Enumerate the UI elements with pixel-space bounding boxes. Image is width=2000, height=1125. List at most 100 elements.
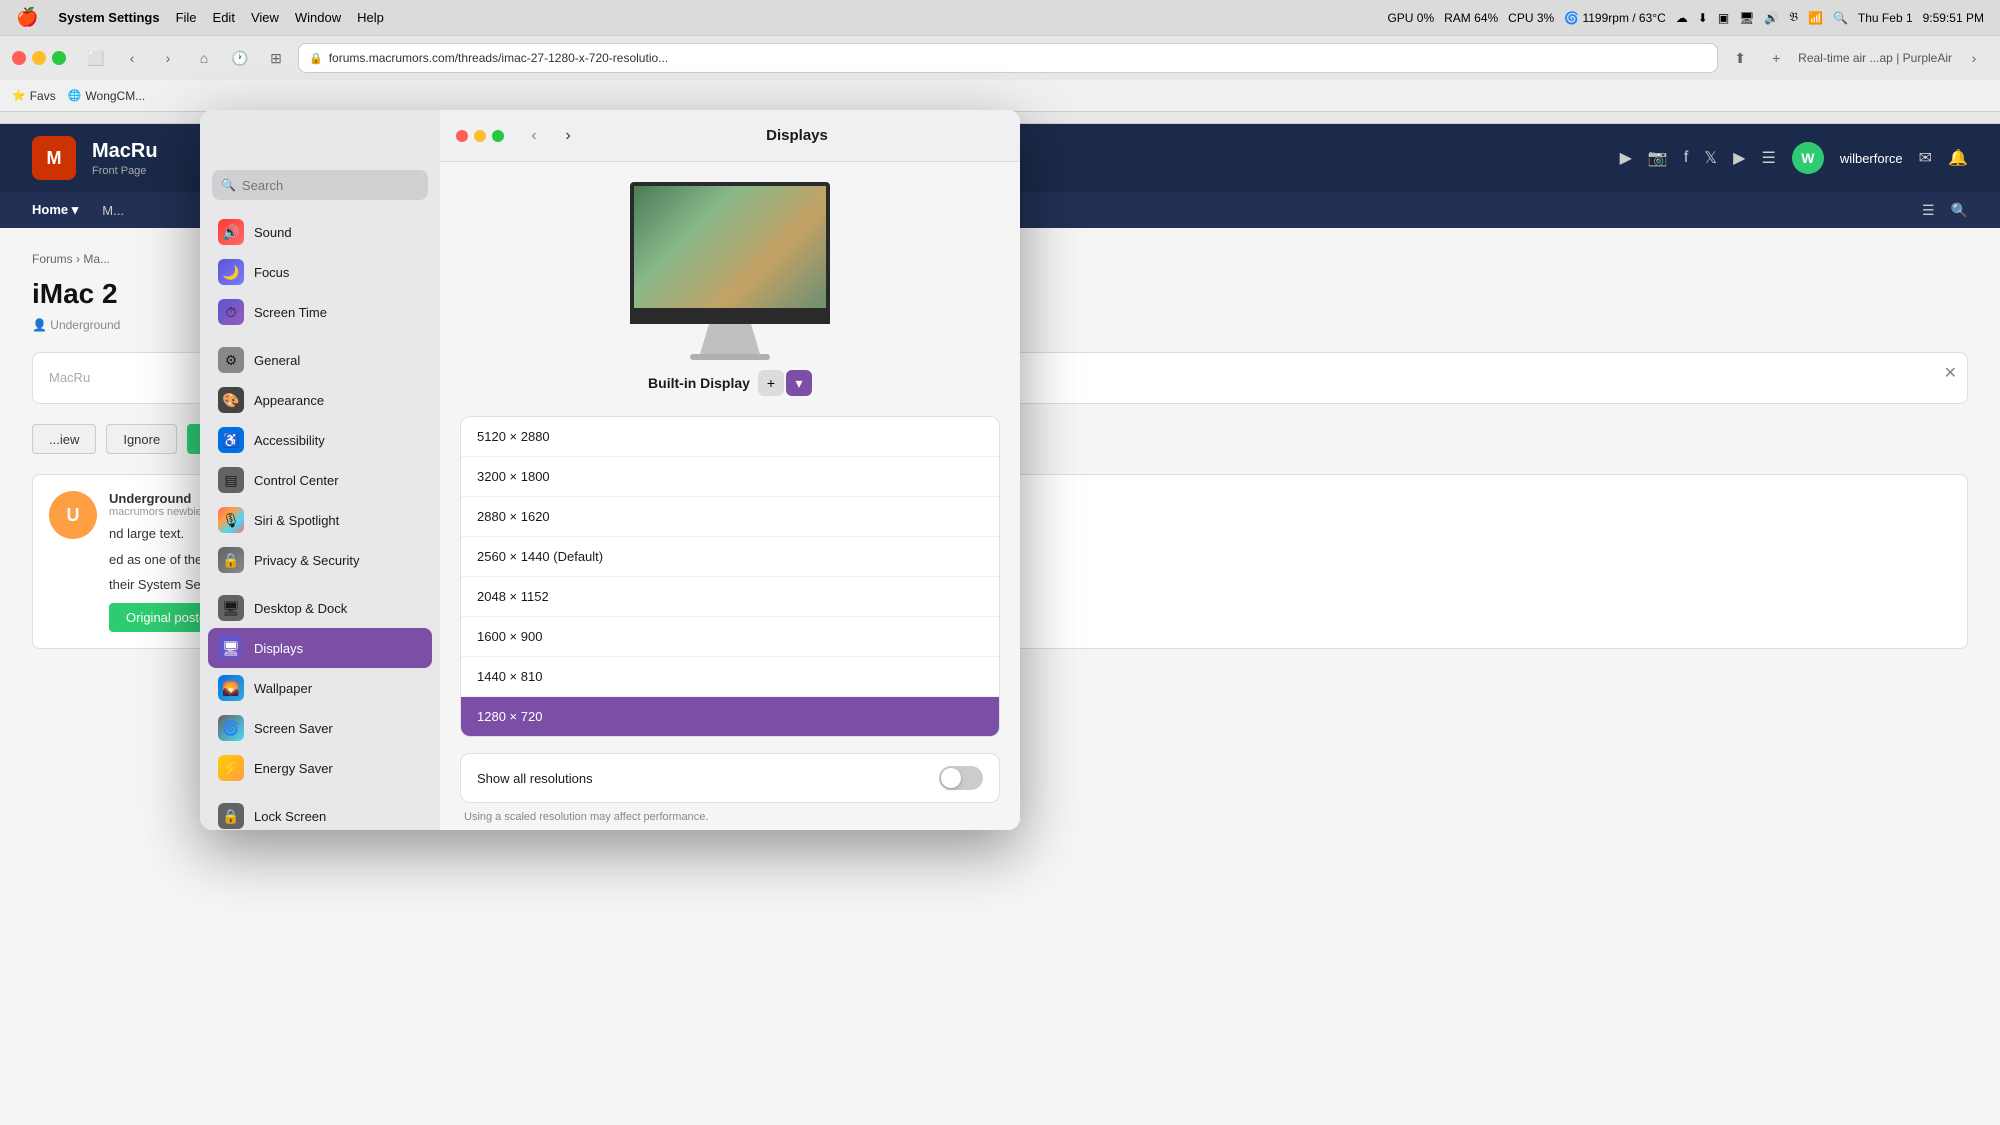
mr-logo: M	[32, 136, 76, 180]
bookmark-wongcm[interactable]: 🌐 WongCM...	[68, 89, 146, 103]
panel-toggle-button[interactable]: ›	[1960, 44, 1988, 72]
sidebar-item-displays[interactable]: 🖥 Displays	[208, 628, 432, 668]
lockscreen-label: Lock Screen	[254, 809, 326, 824]
sidebar-item-desktopdock[interactable]: 🖥 Desktop & Dock	[208, 588, 432, 628]
search-input[interactable]	[212, 170, 428, 200]
sidebar-item-privacy[interactable]: 🔒 Privacy & Security	[208, 540, 432, 580]
apple-menu-icon[interactable]: 🍎	[16, 7, 38, 28]
menubar-edit[interactable]: Edit	[213, 10, 235, 25]
home-button[interactable]: ⌂	[190, 44, 218, 72]
screensaver-icon: 🌀	[218, 715, 244, 741]
nav-m[interactable]: M...	[102, 203, 124, 218]
appearance-label: Appearance	[254, 393, 324, 408]
address-bar[interactable]: 🔒 forums.macrumors.com/threads/imac-27-1…	[298, 43, 1718, 73]
menubar-view[interactable]: View	[251, 10, 279, 25]
back-button[interactable]: ‹	[118, 44, 146, 72]
menubar-help[interactable]: Help	[357, 10, 384, 25]
menubar-file[interactable]: File	[176, 10, 197, 25]
nav-home[interactable]: Home ▾	[32, 202, 78, 218]
fullscreen-button[interactable]	[52, 51, 66, 65]
close-button[interactable]	[12, 51, 26, 65]
menubar-cloud[interactable]: ☁	[1676, 11, 1688, 25]
energysaver-icon: ⚡	[218, 755, 244, 781]
menubar-screenrecord[interactable]: ▣	[1718, 11, 1729, 25]
sidebar-item-screensaver[interactable]: 🌀 Screen Saver	[208, 708, 432, 748]
bookmark-favs[interactable]: ⭐ Favs	[12, 89, 56, 103]
reply-close-button[interactable]: ✕	[1944, 363, 1957, 383]
resolution-2048[interactable]: 2048 × 1152	[461, 577, 999, 617]
sidebar-item-wallpaper[interactable]: 🌄 Wallpaper	[208, 668, 432, 708]
ignore-button[interactable]: Ignore	[106, 424, 177, 454]
resolution-1600[interactable]: 1600 × 900	[461, 617, 999, 657]
back-nav-button[interactable]: ‹	[522, 124, 546, 148]
reader-button[interactable]: ⊞	[262, 44, 290, 72]
menubar-bluetooth[interactable]: 𝔅	[1789, 10, 1798, 25]
twitter-icon: 𝕏	[1704, 148, 1717, 168]
settings-sidebar: 🔍 🔊 Sound 🌙 Focus ⏱ Screen Time ⚙	[200, 110, 440, 830]
menubar-search[interactable]: 🔍	[1833, 11, 1848, 25]
show-all-label: Show all resolutions	[477, 771, 593, 786]
general-label: General	[254, 353, 300, 368]
sidebar-item-appearance[interactable]: 🎨 Appearance	[208, 380, 432, 420]
appearance-icon: 🎨	[218, 387, 244, 413]
show-all-toggle[interactable]	[939, 766, 983, 790]
share-button[interactable]: ⬆	[1726, 44, 1754, 72]
sidebar-item-energysaver[interactable]: ⚡ Energy Saver	[208, 748, 432, 788]
minimize-window-button[interactable]	[474, 130, 486, 142]
add-display-button[interactable]: +	[758, 370, 784, 396]
sidebar-list: 🔊 Sound 🌙 Focus ⏱ Screen Time ⚙ General …	[200, 212, 440, 830]
sidebar-search-icon: 🔍	[221, 178, 236, 192]
close-window-button[interactable]	[456, 130, 468, 142]
menubar-system-settings[interactable]: System Settings	[58, 10, 159, 25]
favs-icon: ⭐	[12, 89, 26, 102]
sidebar-item-general[interactable]: ⚙ General	[208, 340, 432, 380]
menubar-window[interactable]: Window	[295, 10, 341, 25]
bookmarks-bar: ⭐ Favs 🌐 WongCM...	[0, 80, 2000, 112]
accessibility-icon: ♿	[218, 427, 244, 453]
sidebar-item-screentime[interactable]: ⏱ Screen Time	[208, 292, 432, 332]
sidebar-item-focus[interactable]: 🌙 Focus	[208, 252, 432, 292]
monitor-foot	[690, 354, 770, 360]
resolution-3200[interactable]: 3200 × 1800	[461, 457, 999, 497]
mr-logo-letter: M	[47, 148, 62, 169]
forward-button[interactable]: ›	[154, 44, 182, 72]
resolution-2880[interactable]: 2880 × 1620	[461, 497, 999, 537]
list-view-icon[interactable]: ☰	[1922, 202, 1935, 219]
screensaver-label: Screen Saver	[254, 721, 333, 736]
sidebar-item-siri[interactable]: 🎙 Siri & Spotlight	[208, 500, 432, 540]
fullscreen-window-button[interactable]	[492, 130, 504, 142]
minimize-button[interactable]	[32, 51, 46, 65]
facebook-icon: f	[1684, 149, 1688, 167]
new-tab-button[interactable]: +	[1762, 44, 1790, 72]
display-dropdown-button[interactable]: ▾	[786, 370, 812, 396]
author-name: Underground	[50, 318, 120, 332]
search-icon[interactable]: 🔍	[1951, 202, 1968, 219]
sound-icon: 🔊	[218, 219, 244, 245]
sidebar-item-lockscreen[interactable]: 🔒 Lock Screen	[208, 796, 432, 830]
sidebar-toggle-button[interactable]: ⬜	[82, 44, 110, 72]
menubar-download[interactable]: ⬇	[1698, 11, 1708, 25]
sidebar-item-controlcenter[interactable]: ▤ Control Center	[208, 460, 432, 500]
bookmarks-button[interactable]: 🕐	[226, 44, 254, 72]
general-icon: ⚙	[218, 347, 244, 373]
focus-icon: 🌙	[218, 259, 244, 285]
privacy-label: Privacy & Security	[254, 553, 359, 568]
desktopdock-label: Desktop & Dock	[254, 601, 347, 616]
view-button[interactable]: ...iew	[32, 424, 96, 454]
mr-header-right: ▶ 📷 f 𝕏 ▶ ☰ W wilberforce ✉ 🔔	[1620, 142, 1968, 174]
monitor-bezel	[630, 312, 830, 324]
sidebar-item-accessibility[interactable]: ♿ Accessibility	[208, 420, 432, 460]
desktopdock-icon: 🖥	[218, 595, 244, 621]
display-name-label: Built-in Display	[648, 375, 750, 391]
resolution-2560-default[interactable]: 2560 × 1440 (Default)	[461, 537, 999, 577]
resolution-1440[interactable]: 1440 × 810	[461, 657, 999, 697]
resolution-5120[interactable]: 5120 × 2880	[461, 417, 999, 457]
menubar-wifi[interactable]: 📶	[1808, 11, 1823, 25]
settings-titlebar: ‹ › Displays	[440, 110, 1020, 162]
sidebar-item-sound[interactable]: 🔊 Sound	[208, 212, 432, 252]
menubar-volume[interactable]: 🔊	[1764, 11, 1779, 25]
forward-nav-button[interactable]: ›	[556, 124, 580, 148]
menubar-display-icon[interactable]: 🖥	[1739, 11, 1754, 25]
energysaver-label: Energy Saver	[254, 761, 333, 776]
resolution-1280-selected[interactable]: 1280 × 720	[461, 697, 999, 736]
